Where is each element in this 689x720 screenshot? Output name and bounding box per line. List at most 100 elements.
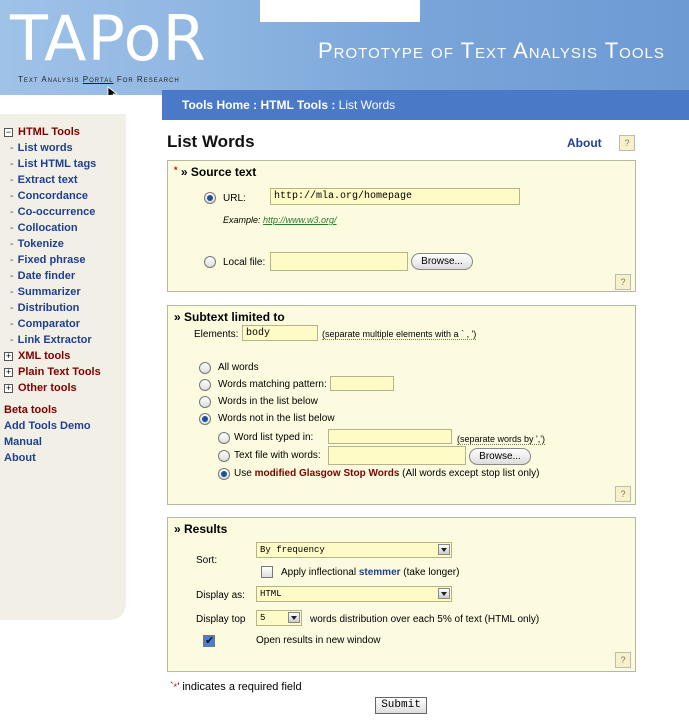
browse-button[interactable]: Browse... — [469, 448, 531, 465]
text-file-input[interactable] — [328, 446, 466, 465]
typed-list-radio[interactable] — [218, 432, 230, 444]
results-panel: » Results Sort: By frequency Apply infle… — [167, 517, 636, 672]
not-in-list-label: Words not in the list below — [218, 413, 335, 424]
tapor-logo[interactable]: TAPoR — [10, 8, 207, 70]
sidebar-item-label: Fixed phrase — [17, 254, 86, 266]
dropdown-arrow-icon — [438, 588, 450, 599]
sort-select[interactable]: By frequency — [256, 542, 452, 558]
display-top-value: 5 — [260, 613, 266, 623]
sidebar-group-other-tools[interactable]: + Other tools — [0, 380, 126, 396]
sidebar-item-label: Link Extractor — [17, 334, 92, 346]
sidebar-item-distribution[interactable]: - Distribution — [0, 300, 126, 316]
sidebar-group-xml-tools[interactable]: + XML tools — [0, 348, 126, 364]
site-tagline: Prototype of Text Analysis Tools — [318, 38, 665, 63]
sidebar-item-summarizer[interactable]: - Summarizer — [0, 284, 126, 300]
display-as-label: Display as: — [196, 590, 245, 601]
stemmer-checkbox[interactable] — [261, 566, 273, 578]
not-in-list-radio[interactable] — [199, 413, 211, 425]
help-button[interactable]: ? — [619, 135, 635, 151]
expand-icon[interactable]: + — [4, 383, 13, 393]
source-text-title: * » Source text — [174, 165, 257, 179]
sidebar-group-label: Plain Text Tools — [18, 366, 101, 378]
sidebar-item-label: Tokenize — [17, 238, 64, 250]
glasgow-stop-words-link[interactable]: modified Glasgow Stop Words — [255, 468, 400, 479]
sidebar-item-tokenize[interactable]: - Tokenize — [0, 236, 126, 252]
help-button[interactable]: ? — [615, 486, 631, 502]
sidebar-item-about[interactable]: About — [0, 450, 126, 466]
sort-value: By frequency — [260, 545, 325, 555]
header-notch — [260, 0, 420, 22]
expand-icon[interactable]: + — [4, 351, 13, 361]
typed-list-input[interactable] — [328, 429, 452, 444]
display-top-select[interactable]: 5 — [256, 610, 302, 626]
sidebar-item-date-finder[interactable]: - Date finder — [0, 268, 126, 284]
help-button[interactable]: ? — [615, 652, 631, 668]
sidebar-item-list-html-tags[interactable]: - List HTML tags — [0, 156, 126, 172]
help-button[interactable]: ? — [615, 274, 631, 290]
logo-tag-part: For Research — [113, 75, 180, 84]
sidebar-item-label: Distribution — [17, 302, 80, 314]
sidebar-item-comparator[interactable]: - Comparator — [0, 316, 126, 332]
logo-tagline: Text Analysis Portal For Research — [18, 75, 180, 84]
sidebar-item-link-extractor[interactable]: - Link Extractor — [0, 332, 126, 348]
about-link[interactable]: About — [567, 136, 602, 150]
submit-button[interactable]: Submit — [375, 697, 427, 714]
elements-input[interactable]: body — [242, 325, 318, 341]
url-radio[interactable] — [204, 192, 216, 204]
subtext-panel: » Subtext limited to Elements: body (sep… — [167, 305, 636, 505]
url-example: Example: http://www.w3.org/ — [223, 215, 337, 225]
breadcrumb-html-tools[interactable]: HTML Tools — [260, 98, 328, 112]
sidebar-item-beta-tools[interactable]: Beta tools — [0, 402, 126, 418]
local-file-radio[interactable] — [204, 256, 216, 268]
breadcrumb-separator: : — [328, 98, 339, 112]
logo-tag-part: Text Analysis — [18, 75, 83, 84]
sidebar-group-plain-text-tools[interactable]: + Plain Text Tools — [0, 364, 126, 380]
sidebar-item-list-words[interactable]: - List words — [0, 140, 126, 156]
local-file-input[interactable] — [270, 252, 408, 271]
sidebar-item-label: Co-occurrence — [17, 206, 96, 218]
pattern-radio[interactable] — [199, 379, 211, 391]
sidebar-item-manual[interactable]: Manual — [0, 434, 126, 450]
sidebar-group-html-tools[interactable]: − HTML Tools — [0, 124, 126, 140]
example-link[interactable]: http://www.w3.org/ — [263, 215, 337, 225]
sidebar-item-label: Extract text — [17, 174, 78, 186]
sidebar-item-add-tools-demo[interactable]: Add Tools Demo — [0, 418, 126, 434]
pattern-label: Words matching pattern: — [218, 379, 327, 390]
breadcrumb-tools-home[interactable]: Tools Home — [182, 98, 250, 112]
sidebar-item-label: Concordance — [17, 190, 88, 202]
elements-note: (separate multiple elements with a ` , '… — [322, 329, 477, 340]
sidebar-item-collocation[interactable]: - Collocation — [0, 220, 126, 236]
expand-icon[interactable]: + — [4, 367, 13, 377]
stop-words-radio[interactable] — [218, 468, 230, 480]
text-file-radio[interactable] — [218, 450, 230, 462]
sidebar-item-label: List HTML tags — [17, 158, 97, 170]
browse-button[interactable]: Browse... — [411, 253, 473, 270]
all-words-radio[interactable] — [199, 362, 211, 374]
pattern-input[interactable] — [330, 376, 394, 391]
breadcrumb-separator: : — [249, 98, 261, 112]
results-title: » Results — [174, 522, 228, 536]
new-window-checkbox[interactable] — [203, 634, 215, 647]
url-input[interactable]: http://mla.org/homepage — [270, 188, 520, 205]
sidebar-item-label: Date finder — [17, 270, 76, 282]
sidebar-item-co-occurrence[interactable]: - Co-occurrence — [0, 204, 126, 220]
typed-list-label: Word list typed in: — [234, 432, 314, 443]
new-window-label: Open results in new window — [256, 635, 381, 646]
sidebar-item-label: Summarizer — [17, 286, 81, 298]
typed-list-note: (separate words by ',') — [457, 434, 545, 445]
sidebar-item-fixed-phrase[interactable]: - Fixed phrase — [0, 252, 126, 268]
elements-label: Elements: — [194, 329, 239, 340]
local-file-label: Local file: — [223, 257, 266, 268]
mouse-cursor-icon — [107, 86, 119, 95]
sidebar-item-extract-text[interactable]: - Extract text — [0, 172, 126, 188]
text-file-label: Text file with words: — [234, 450, 321, 461]
sidebar-group-label: Other tools — [18, 382, 77, 394]
all-words-label: All words — [218, 362, 259, 373]
collapse-icon[interactable]: − — [4, 127, 13, 137]
display-as-select[interactable]: HTML — [256, 586, 452, 602]
sidebar-nav: − HTML Tools - List words - List HTML tags … — [0, 114, 126, 620]
required-field-note: `*' indicates a required field — [170, 681, 302, 693]
in-list-radio[interactable] — [199, 396, 211, 408]
stemmer-link[interactable]: stemmer — [359, 567, 401, 578]
sidebar-item-concordance[interactable]: - Concordance — [0, 188, 126, 204]
